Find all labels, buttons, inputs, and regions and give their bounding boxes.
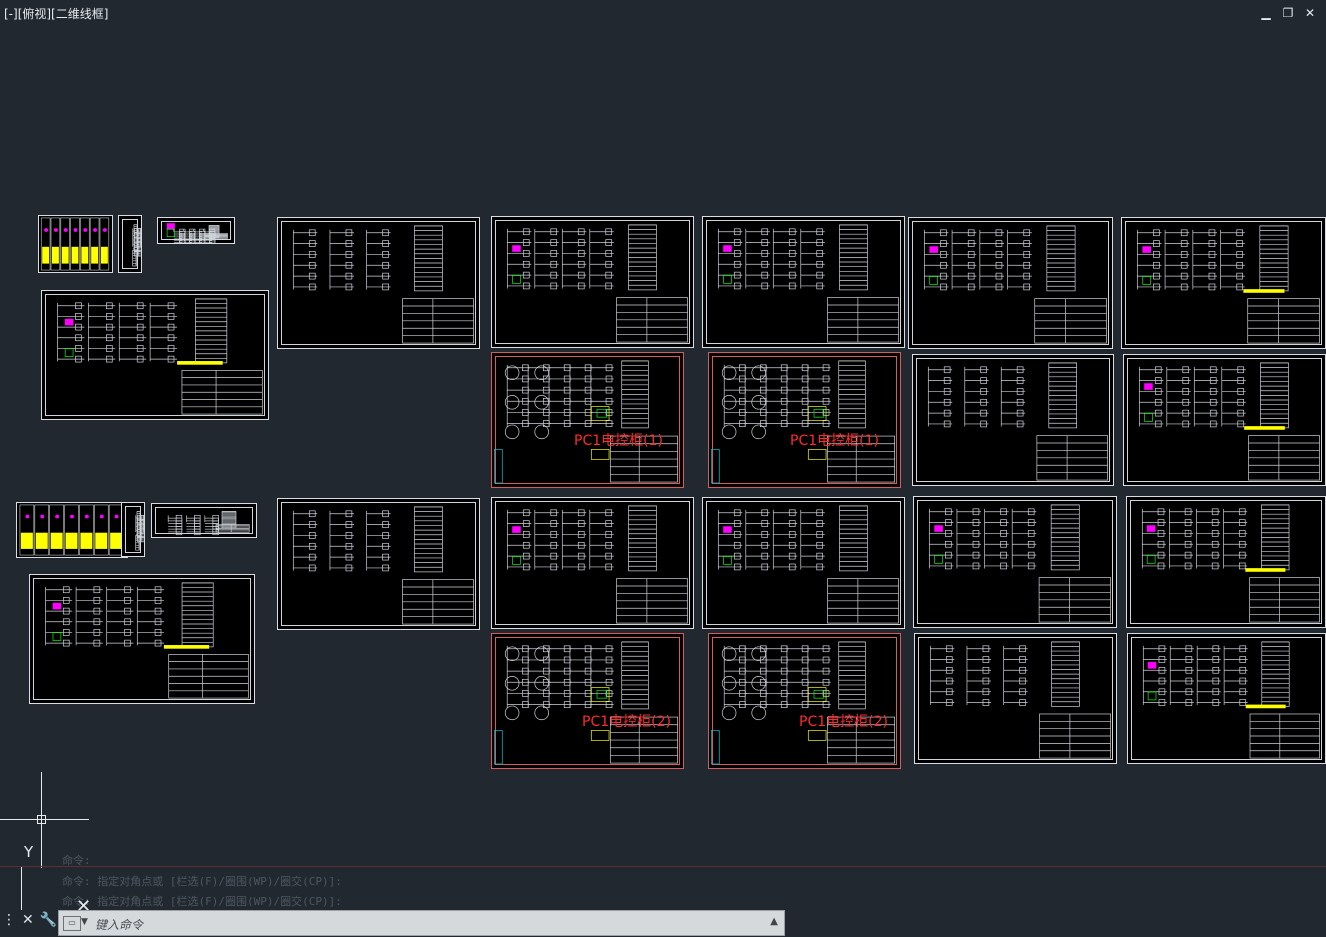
chevron-up-icon[interactable]: ▲ [770, 916, 778, 927]
drawing-sheet[interactable] [912, 354, 1114, 486]
drawing-sheet[interactable] [277, 498, 480, 630]
plate-label: PC1电控柜(2) [582, 714, 671, 730]
drawing-sheet[interactable] [1127, 633, 1326, 764]
drawing-sheet[interactable] [1121, 217, 1326, 349]
drawing-sheet[interactable] [708, 633, 901, 769]
drawing-sheet[interactable] [491, 216, 694, 348]
command-icon[interactable]: ▭ [63, 916, 81, 931]
drawing-sheet[interactable] [702, 497, 905, 629]
close-icon[interactable]: ✕ [22, 912, 34, 928]
drawing-canvas[interactable] [0, 0, 1326, 937]
command-input-bar[interactable]: ▭ ▼ 键入命令 ▲ [58, 910, 785, 936]
plate-label: PC1电控柜(1) [790, 433, 879, 449]
drawing-sheet[interactable] [491, 497, 694, 629]
drawing-sheet[interactable] [491, 352, 684, 488]
cabinet-elevation[interactable] [16, 502, 128, 558]
drawing-sheet[interactable] [118, 215, 142, 273]
command-input[interactable]: 键入命令 [95, 916, 143, 933]
chevron-down-icon[interactable]: ▼ [81, 917, 88, 927]
drawing-sheet[interactable] [908, 217, 1113, 349]
plate-label: PC1电控柜(1) [574, 433, 663, 449]
drawing-sheet[interactable] [708, 352, 901, 488]
drawing-sheet[interactable] [277, 217, 480, 349]
plate-label: PC1电控柜(2) [799, 714, 888, 730]
drawing-sheet[interactable] [157, 217, 235, 244]
drawing-sheet[interactable] [914, 633, 1117, 764]
command-history-line: 命令: [62, 854, 91, 867]
drawing-sheet[interactable] [151, 503, 257, 538]
drawing-sheet[interactable] [1123, 354, 1326, 486]
wrench-icon[interactable]: 🔧 [40, 912, 57, 928]
drawing-sheet[interactable] [913, 496, 1117, 628]
command-tools: ⋮ ✕ 🔧 [2, 912, 57, 928]
command-history-line: 命令: 指定对角点或 [栏选(F)/圈围(WP)/圈交(CP)]: [62, 875, 342, 888]
grip-icon[interactable]: ⋮ [2, 912, 16, 928]
drawing-sheet[interactable] [702, 216, 905, 348]
drawing-sheet[interactable] [491, 633, 684, 769]
cabinet-elevation[interactable] [38, 215, 113, 273]
command-history-line: 命令: 指定对角点或 [栏选(F)/圈围(WP)/圈交(CP)]: [62, 895, 342, 908]
drawing-sheet[interactable] [29, 574, 255, 704]
drawing-sheet[interactable] [41, 290, 269, 420]
drawing-sheet[interactable] [121, 502, 145, 557]
drawing-sheet[interactable] [1126, 496, 1326, 628]
